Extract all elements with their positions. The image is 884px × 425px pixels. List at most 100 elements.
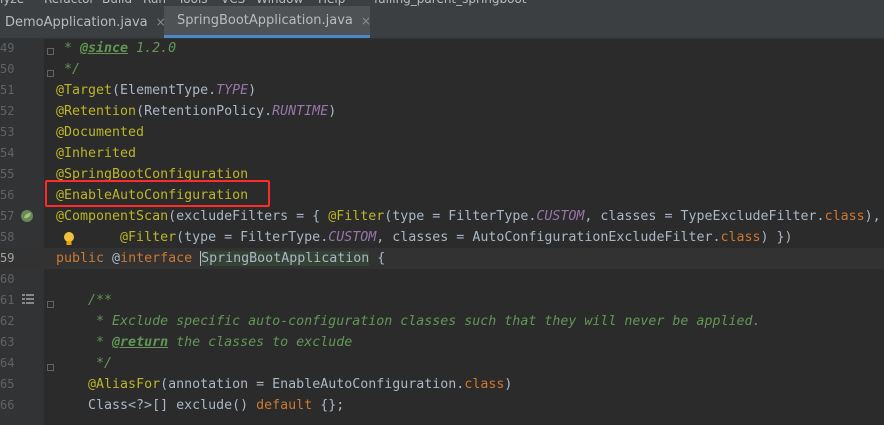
code-token: @ <box>104 251 121 266</box>
code-line: 54 @Inherited <box>0 143 884 164</box>
code-token: public <box>56 251 105 266</box>
code-token: (RetentionPolicy. <box>136 104 273 119</box>
code-line: 66 Class<?>[] exclude() default {}; <box>0 395 884 416</box>
highlight-annotation-box <box>45 180 270 207</box>
line-number: 50 <box>0 62 15 76</box>
spring-bean-gutter-icon[interactable] <box>20 209 34 223</box>
code-text: @Documented <box>56 122 144 143</box>
code-token: @Retention <box>56 104 137 119</box>
fold-marker-icon[interactable] <box>47 301 54 308</box>
code-token: ) }) <box>760 230 793 245</box>
code-text: */ <box>56 59 80 80</box>
line-number: 53 <box>0 125 15 139</box>
code-text: public @interface SpringBootApplication … <box>56 248 385 269</box>
lightbulb-icon[interactable] <box>63 231 75 247</box>
code-token: @return <box>112 335 169 350</box>
line-number: 60 <box>0 272 15 286</box>
code-token: , classes = AutoConfigurationExcludeFilt… <box>376 230 721 245</box>
code-token: * <box>56 41 81 56</box>
tab-label: SpringBootApplication.java <box>177 13 353 28</box>
fold-marker-icon[interactable] <box>47 70 54 77</box>
fold-marker-icon[interactable] <box>47 48 54 55</box>
code-token: interface <box>120 251 193 266</box>
code-token: @since <box>80 41 129 56</box>
code-token: @Target <box>56 83 113 98</box>
code-token: CUSTOM <box>536 209 585 224</box>
code-line: 51 @Target(ElementType.TYPE) <box>0 80 884 101</box>
code-token: */ <box>56 356 113 371</box>
tab-label: DemoApplication.java <box>5 14 148 30</box>
code-token: default <box>256 398 313 413</box>
code-text: @Retention(RetentionPolicy.RUNTIME) <box>56 101 336 122</box>
code-token: /** <box>56 293 113 308</box>
line-number: 51 <box>0 83 15 97</box>
code-text: * @return the classes to exclude <box>56 332 352 353</box>
line-number: 59 <box>0 251 15 265</box>
code-token: ) <box>328 104 337 119</box>
code-line: 59 public @interface SpringBootApplicatio… <box>0 248 884 269</box>
code-text: @ComponentScan(excludeFilters = { @Filte… <box>56 206 881 227</box>
code-token: 1.2.0 <box>128 41 177 56</box>
line-number: 57 <box>0 209 15 223</box>
code-line: 58 @Filter(type = FilterType.CUSTOM, cla… <box>0 227 884 248</box>
code-token: { <box>369 251 386 266</box>
code-line: 65 @AliasFor(annotation = EnableAutoConf… <box>0 374 884 395</box>
code-text: */ <box>56 353 112 374</box>
code-token: ) <box>248 83 257 98</box>
code-line: 62 * Exclude specific auto-configuration… <box>0 311 884 332</box>
line-number: 66 <box>0 398 15 412</box>
line-number: 64 <box>0 356 15 370</box>
code-token: * <box>56 335 113 350</box>
code-token: TYPE <box>216 83 249 98</box>
line-number: 61 <box>0 293 15 307</box>
code-line: 53 @Documented <box>0 122 884 143</box>
code-token: @Inherited <box>56 146 137 161</box>
line-number: 65 <box>0 377 15 391</box>
code-line: 61 /** <box>0 290 884 311</box>
close-tab-icon[interactable]: × <box>361 14 371 28</box>
code-line: 49 * @since 1.2.0 <box>0 38 884 59</box>
code-token: @AliasFor <box>88 377 161 392</box>
code-token: class <box>720 230 761 245</box>
code-token: @Documented <box>56 125 145 140</box>
code-token: ), <box>864 209 881 224</box>
line-number: 62 <box>0 314 15 328</box>
line-number: 52 <box>0 104 15 118</box>
code-text: @Inherited <box>56 143 136 164</box>
code-token: (type = FilterType. <box>384 209 537 224</box>
code-token: CUSTOM <box>328 230 377 245</box>
editor-tab[interactable]: DemoApplication.java × <box>0 6 166 38</box>
code-line: 50 */ <box>0 59 884 80</box>
code-token: (ElementType. <box>112 83 217 98</box>
implemented-methods-icon[interactable] <box>22 294 34 304</box>
code-token: the classes to exclude <box>168 335 353 350</box>
line-number: 55 <box>0 167 15 181</box>
code-line: 63 * @return the classes to exclude <box>0 332 884 353</box>
line-number: 58 <box>0 230 15 244</box>
code-text: @Target(ElementType.TYPE) <box>56 80 256 101</box>
code-token: class <box>464 377 505 392</box>
code-token: class <box>824 209 865 224</box>
code-token: @Filter <box>120 230 177 245</box>
code-text: @Filter(type = FilterType.CUSTOM, classe… <box>56 227 793 248</box>
code-token: */ <box>56 62 81 77</box>
code-token: @ComponentScan <box>56 209 169 224</box>
line-number: 56 <box>0 188 15 202</box>
code-token: {}; <box>312 398 345 413</box>
line-number: 54 <box>0 146 15 160</box>
editor-tab-bar: DemoApplication.java × SpringBootApplicati… <box>0 6 884 39</box>
code-line: 57 @ComponentScan(excludeFilters = { @Fil… <box>0 206 884 227</box>
code-line: 60 <box>0 269 884 290</box>
fold-marker-icon[interactable] <box>47 364 54 371</box>
code-token: (excludeFilters = { <box>168 209 329 224</box>
code-line: 64 */ <box>0 353 884 374</box>
code-token: (type = FilterType. <box>176 230 329 245</box>
code-text: Class<?>[] exclude() default {}; <box>56 395 344 416</box>
code-token: (annotation = EnableAutoConfiguration. <box>160 377 465 392</box>
editor-tab[interactable]: SpringBootApplication.java × <box>164 6 371 38</box>
line-number: 49 <box>0 41 15 55</box>
code-text: /** <box>56 290 112 311</box>
code-token: Class<?>[] exclude() <box>56 398 257 413</box>
